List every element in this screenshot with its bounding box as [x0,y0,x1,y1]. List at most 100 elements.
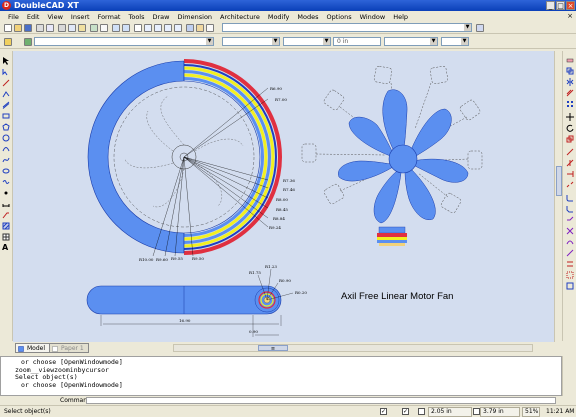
match-properties-icon[interactable] [90,24,98,32]
zoom-extents-icon[interactable] [174,24,182,32]
array-icon[interactable] [566,100,574,108]
chamfer-icon[interactable] [566,205,574,213]
paste-icon[interactable] [78,24,86,32]
trim-icon[interactable] [566,159,574,167]
explode-icon[interactable] [566,227,574,235]
mirror-icon[interactable] [566,78,574,86]
menu-modes[interactable]: Modes [297,13,318,21]
menu-draw[interactable]: Draw [153,13,170,21]
scale-icon[interactable] [566,135,574,143]
linetype-combo[interactable]: ▼ [283,37,331,46]
command-input[interactable] [86,397,556,404]
extend-icon[interactable] [566,170,574,178]
menu-modify[interactable]: Modify [268,13,290,21]
copy-icon[interactable] [68,24,76,32]
hatch-icon[interactable] [2,222,10,230]
group-icon[interactable] [566,271,574,279]
menu-edit[interactable]: Edit [27,13,40,21]
curve-icon[interactable] [2,156,10,164]
menu-tools[interactable]: Tools [128,13,144,21]
zoom-out-icon[interactable] [154,24,162,32]
move-icon[interactable] [566,113,574,121]
drawing-canvas[interactable]: R6.90 R7.00 R7.36 R7.46 R8.00 R8.45 R8.8… [13,51,554,342]
zoom-window-icon[interactable] [164,24,172,32]
menu-file[interactable]: File [8,13,19,21]
align-icon[interactable] [566,260,574,268]
command-history-scrollbar[interactable] [562,356,576,396]
coord-lock-checkbox[interactable] [473,408,480,415]
pan-icon[interactable] [134,24,142,32]
maximize-button[interactable]: □ [556,1,565,10]
tab-paper-1[interactable]: Paper 1 [49,343,89,353]
leader-icon[interactable] [2,211,10,219]
menu-view[interactable]: View [47,13,62,21]
menu-architecture[interactable]: Architecture [220,13,260,21]
divide-icon[interactable] [566,238,574,246]
pen-combo[interactable]: ▼ [441,37,469,46]
layer-combo[interactable]: ▼ [34,37,214,46]
print-icon[interactable] [36,24,44,32]
dimension-icon[interactable] [2,200,10,208]
text-style-icon[interactable] [476,24,484,32]
point-icon[interactable] [2,189,10,197]
vertical-scrollbar[interactable] [554,51,562,342]
rotate-icon[interactable] [566,124,574,132]
menu-dimension[interactable]: Dimension [177,13,212,21]
measure-icon[interactable] [566,249,574,257]
document-close-icon[interactable]: × [567,12,573,20]
offset-icon[interactable] [566,89,574,97]
menu-insert[interactable]: Insert [71,13,90,21]
cut-icon[interactable] [58,24,66,32]
select-arrow-icon[interactable] [2,57,10,65]
menu-help[interactable]: Help [393,13,408,21]
font-combo[interactable]: ▼ [222,23,472,32]
snap-field[interactable]: 0 in [333,37,381,46]
redo-icon[interactable] [122,24,130,32]
spline-icon[interactable] [2,178,10,186]
zoom-in-icon[interactable] [144,24,152,32]
break-icon[interactable] [566,181,574,189]
select-icon[interactable] [100,24,108,32]
join-icon[interactable] [566,216,574,224]
table-icon[interactable] [2,233,10,241]
ungroup-icon[interactable] [566,282,574,290]
menu-format[interactable]: Format [98,13,121,21]
rectangle-icon[interactable] [2,112,10,120]
edit-node-icon[interactable] [2,68,10,76]
polygon-icon[interactable] [2,123,10,131]
close-button[interactable]: × [566,1,575,10]
lineweight-combo[interactable]: ▼ [384,37,438,46]
minimize-button[interactable]: _ [546,1,555,10]
text-tool-icon[interactable]: A [2,244,10,252]
horizontal-scroll-thumb[interactable]: ≡ [258,345,288,352]
print-preview-icon[interactable] [46,24,54,32]
save-icon[interactable] [24,24,32,32]
copy-object-icon[interactable] [566,67,574,75]
properties-icon[interactable] [186,24,194,32]
layer-state-icon[interactable] [24,38,32,46]
horizontal-scrollbar[interactable]: ≡ [173,344,533,352]
fillet-icon[interactable] [566,194,574,202]
double-line-icon[interactable] [2,101,10,109]
layers-icon[interactable] [196,24,204,32]
tab-model[interactable]: Model [15,343,51,353]
line-icon[interactable] [2,79,10,87]
new-file-icon[interactable] [4,24,12,32]
stretch-icon[interactable] [566,148,574,156]
snap-checkbox[interactable]: ✓ [380,408,387,415]
menu-window[interactable]: Window [360,13,386,21]
color-combo[interactable]: ▼ [222,37,280,46]
polyline-icon[interactable] [2,90,10,98]
layer-manager-icon[interactable] [4,38,12,46]
open-file-icon[interactable] [14,24,22,32]
erase-icon[interactable] [566,56,574,64]
ellipse-icon[interactable] [2,167,10,175]
ortho-checkbox[interactable]: ✓ [402,408,409,415]
help-icon[interactable] [206,24,214,32]
undo-icon[interactable] [112,24,120,32]
menu-options[interactable]: Options [327,13,352,21]
radius-label: R9.50 [192,256,204,261]
arc-icon[interactable] [2,145,10,153]
grid-checkbox[interactable] [418,408,425,415]
circle-icon[interactable] [2,134,10,142]
